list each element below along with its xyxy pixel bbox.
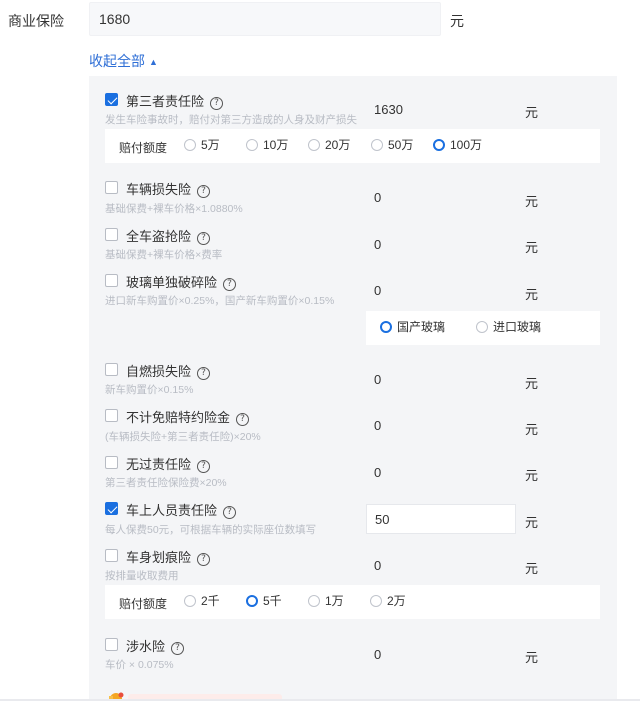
theft-unit: 元 <box>525 240 539 255</box>
vehicle-damage-desc: 基础保费+裸车价格×1.0880% <box>105 203 243 215</box>
question-icon[interactable]: ? <box>171 642 185 655</box>
scratch-coverage-selector: 赔付额度 2千 5千 1万 2万 <box>105 585 600 619</box>
no-fault-liability-name: 无过责任险? <box>126 454 211 473</box>
passenger-liability-name: 车上人员责任险? <box>126 500 237 519</box>
passenger-liability-premium[interactable]: 50 <box>366 504 516 534</box>
no-fault-liability-desc: 第三者责任险保险费×20% <box>105 477 227 489</box>
collapse-all-link[interactable]: 收起全部 ▲ <box>89 51 158 71</box>
question-icon[interactable]: ? <box>197 460 211 473</box>
glass-option-domestic[interactable]: 国产玻璃 <box>380 320 445 335</box>
coverage-amount-label: 赔付额度 <box>119 597 168 611</box>
commercial-insurance-unit: 元 <box>450 13 464 29</box>
no-fault-liability-checkbox[interactable] <box>105 456 118 469</box>
coverage-option-10w[interactable]: 10万 <box>246 138 288 153</box>
scratch-unit: 元 <box>525 561 539 576</box>
glass-breakage-desc: 进口新车购置价×0.25%，国产新车购置价×0.15% <box>105 295 335 307</box>
question-icon[interactable]: ? <box>236 413 250 426</box>
vehicle-damage-name: 车辆损失险? <box>126 179 211 198</box>
deductible-waiver-name: 不计免赔特约险金? <box>126 407 250 426</box>
glass-breakage-premium[interactable]: 0 <box>366 276 516 306</box>
third-party-liability-desc: 发生车险事故时，赔付对第三方造成的人身及财产损失 <box>105 114 357 126</box>
theft-checkbox[interactable] <box>105 228 118 241</box>
wading-desc: 车价 × 0.075% <box>105 659 174 671</box>
vehicle-damage-unit: 元 <box>525 194 539 209</box>
theft-desc: 基础保费+裸车价格×费率 <box>105 249 223 261</box>
question-icon[interactable]: ? <box>210 97 224 110</box>
glass-type-selector: 国产玻璃 进口玻璃 <box>366 311 600 345</box>
no-fault-liability-premium[interactable]: 0 <box>366 458 516 488</box>
glass-option-imported[interactable]: 进口玻璃 <box>476 320 541 335</box>
deductible-waiver-desc: (车辆损失险+第三者责任险)×20% <box>105 431 261 443</box>
question-icon[interactable]: ? <box>197 185 211 198</box>
third-party-liability-checkbox[interactable] <box>105 93 118 106</box>
theft-premium[interactable]: 0 <box>366 230 516 260</box>
collapse-all-label: 收起全部 <box>89 53 145 69</box>
glass-breakage-name: 玻璃单独破碎险? <box>126 272 237 291</box>
commercial-insurance-label: 商业保险 <box>8 13 64 29</box>
deductible-waiver-checkbox[interactable] <box>105 409 118 422</box>
deductible-waiver-unit: 元 <box>525 422 539 437</box>
no-fault-liability-unit: 元 <box>525 468 539 483</box>
scratch-option-2w[interactable]: 2万 <box>370 594 406 609</box>
scratch-name: 车身划痕险? <box>126 547 211 566</box>
coverage-option-5w[interactable]: 5万 <box>184 138 220 153</box>
wading-premium[interactable]: 0 <box>366 640 516 670</box>
third-party-liability-unit: 元 <box>525 105 539 120</box>
passenger-liability-desc: 每人保费50元，可根据车辆的实际座位数填写 <box>105 524 317 536</box>
scratch-checkbox[interactable] <box>105 549 118 562</box>
vehicle-damage-checkbox[interactable] <box>105 181 118 194</box>
coverage-option-50w[interactable]: 50万 <box>371 138 413 153</box>
scratch-premium[interactable]: 0 <box>366 551 516 581</box>
scratch-desc: 按排量收取费用 <box>105 570 179 582</box>
scratch-option-2k[interactable]: 2千 <box>184 594 220 609</box>
scratch-option-1w[interactable]: 1万 <box>308 594 344 609</box>
glass-breakage-checkbox[interactable] <box>105 274 118 287</box>
commercial-insurance-total-input[interactable]: 1680 <box>89 2 441 36</box>
caret-up-icon: ▲ <box>149 57 158 67</box>
third-party-liability-premium[interactable]: 1630 <box>366 95 516 125</box>
question-icon[interactable]: ? <box>197 232 211 245</box>
coverage-option-100w[interactable]: 100万 <box>433 138 482 153</box>
self-ignition-premium[interactable]: 0 <box>366 365 516 395</box>
self-ignition-unit: 元 <box>525 376 539 391</box>
deductible-waiver-premium[interactable]: 0 <box>366 411 516 441</box>
self-ignition-name: 自燃损失险? <box>126 361 211 380</box>
self-ignition-checkbox[interactable] <box>105 363 118 376</box>
question-icon[interactable]: ? <box>197 553 211 566</box>
third-party-liability-name: 第三者责任险? <box>126 91 224 110</box>
theft-name: 全车盗抢险? <box>126 226 211 245</box>
coverage-option-20w[interactable]: 20万 <box>308 138 350 153</box>
passenger-liability-checkbox[interactable] <box>105 502 118 515</box>
self-ignition-desc: 新车购置价×0.15% <box>105 384 194 396</box>
wading-name: 涉水险? <box>126 636 185 655</box>
third-party-coverage-selector: 赔付额度 5万 10万 20万 50万 100万 <box>105 129 600 163</box>
vehicle-damage-premium[interactable]: 0 <box>366 183 516 213</box>
question-icon[interactable]: ? <box>197 367 211 380</box>
question-icon[interactable]: ? <box>223 506 237 519</box>
wading-checkbox[interactable] <box>105 638 118 651</box>
scratch-option-5k[interactable]: 5千 <box>246 594 282 609</box>
wading-unit: 元 <box>525 650 539 665</box>
passenger-liability-unit: 元 <box>525 515 539 530</box>
glass-breakage-unit: 元 <box>525 287 539 302</box>
question-icon[interactable]: ? <box>223 278 237 291</box>
coverage-amount-label: 赔付额度 <box>119 141 168 155</box>
